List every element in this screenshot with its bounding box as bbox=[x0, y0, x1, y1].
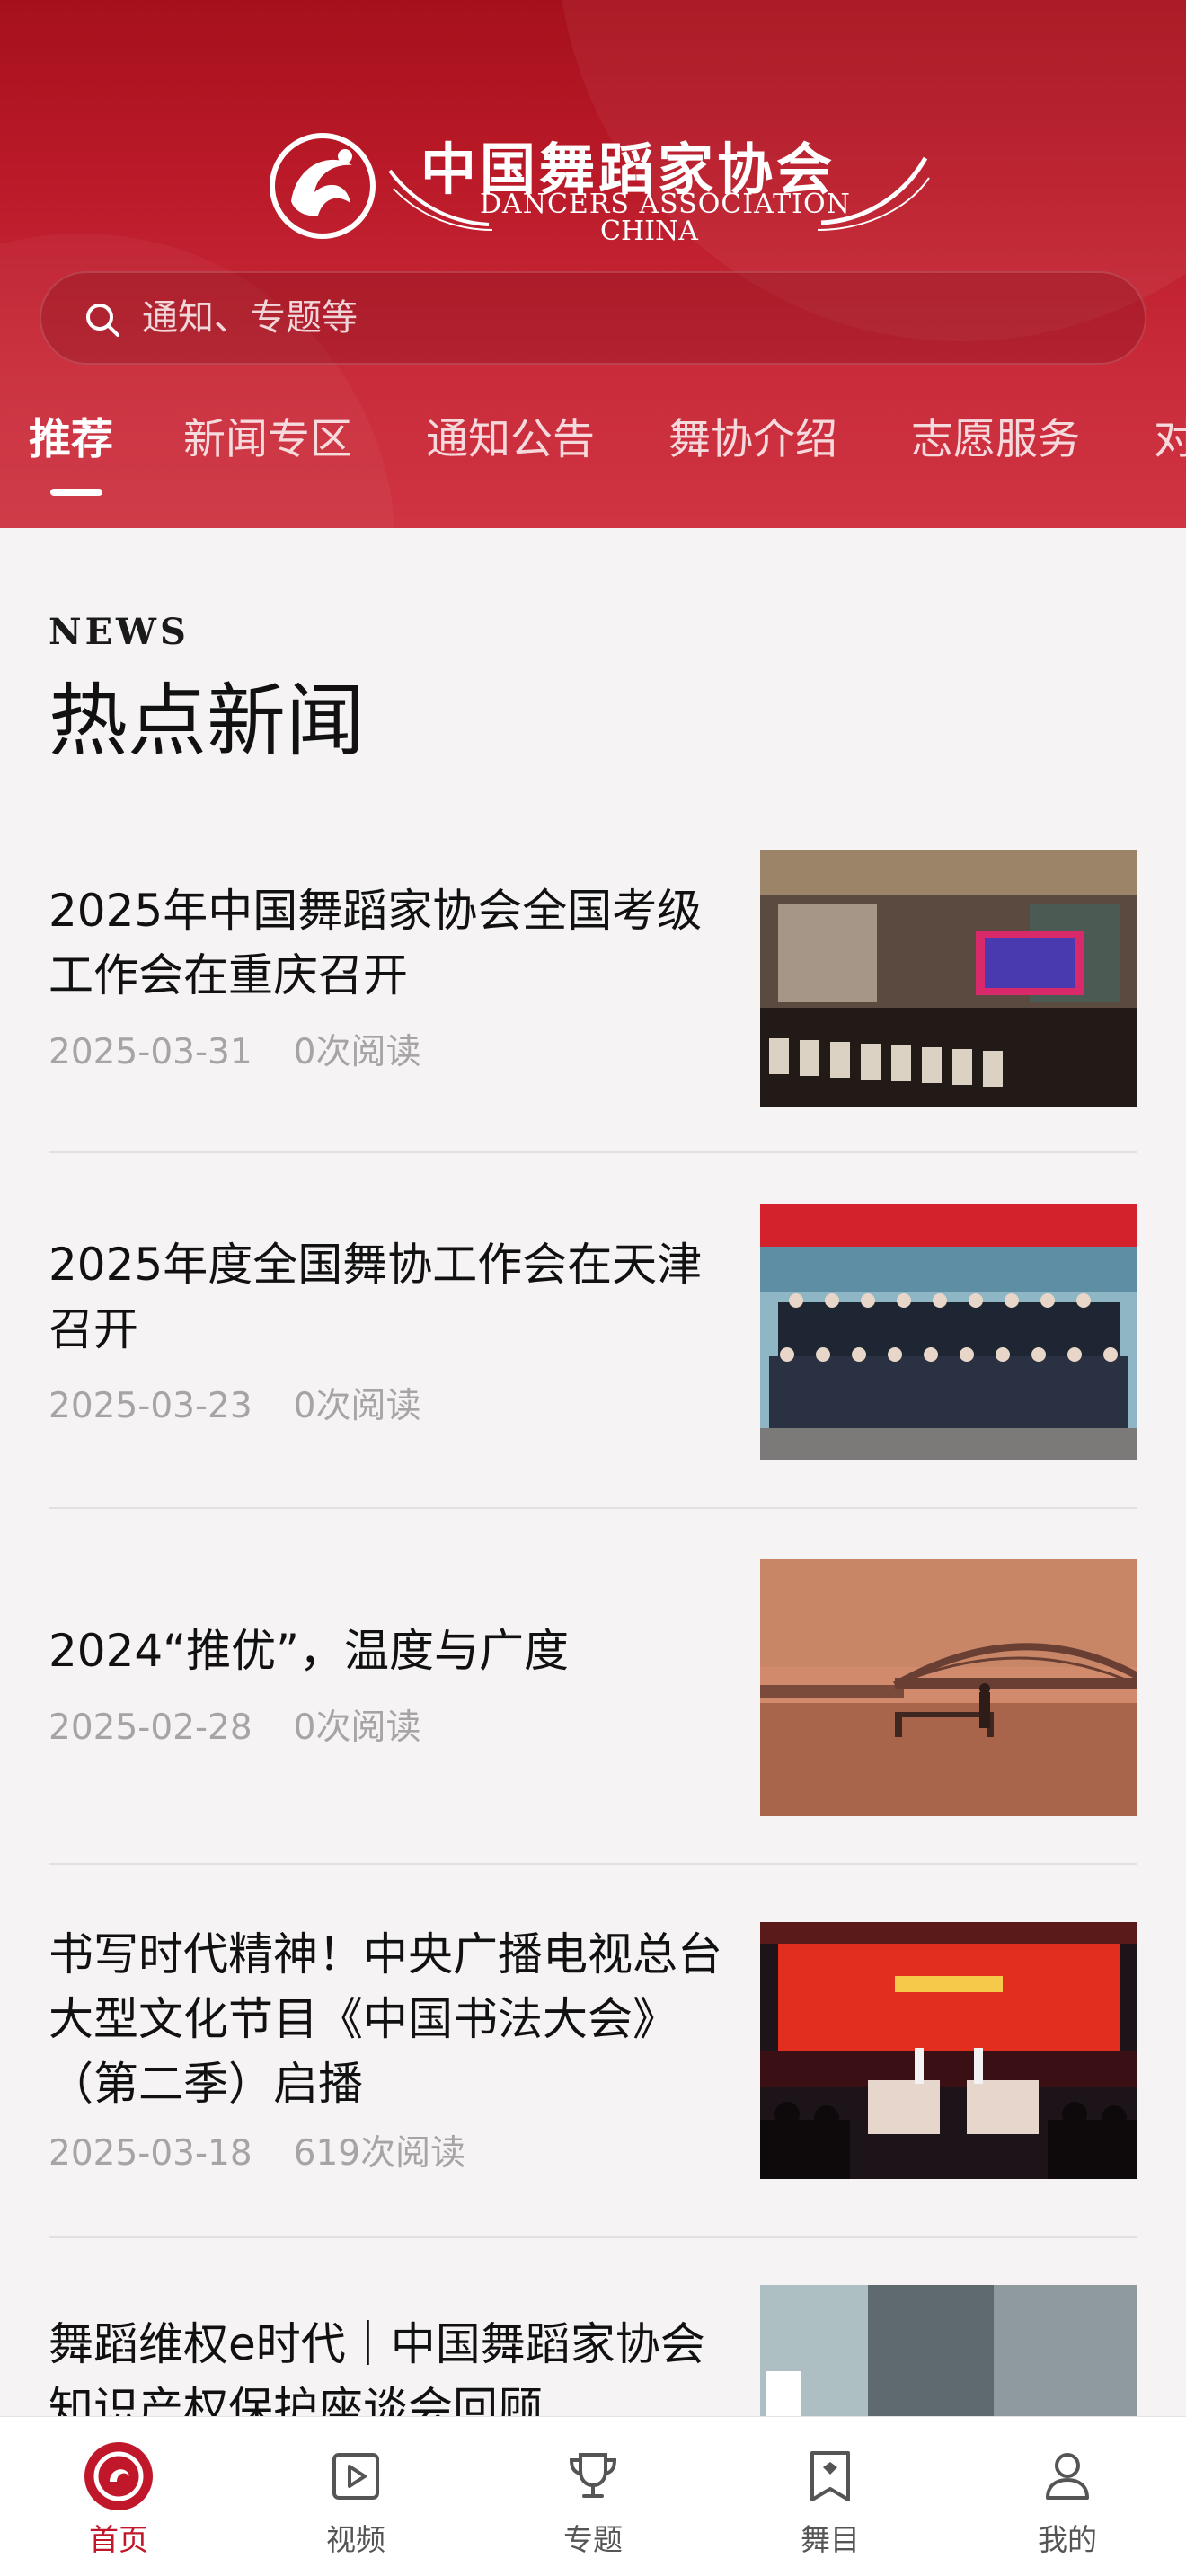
news-divider bbox=[49, 1151, 1137, 1153]
news-date: 2025-02-28 bbox=[49, 1707, 252, 1748]
news-date: 2025-03-18 bbox=[49, 2133, 252, 2174]
news-divider bbox=[49, 1507, 1137, 1509]
nav-program[interactable]: 舞目 bbox=[712, 2417, 949, 2576]
news-meta: 2025-03-23 0次阅读 bbox=[49, 1378, 420, 1428]
section-label: NEWS bbox=[49, 611, 190, 653]
search-bar[interactable] bbox=[40, 271, 1146, 365]
news-item[interactable]: 书写时代精神！中央广播电视总台大型文化节目《中国书法大会》（第二季）启播 202… bbox=[49, 1922, 1137, 2242]
tab-volunteer[interactable]: 志愿服务 bbox=[911, 404, 1080, 466]
news-views: 0次阅读 bbox=[293, 1707, 421, 1748]
trophy-icon bbox=[569, 2453, 617, 2498]
association-logo: 中国舞蹈家协会 DANCERS ASSOCIATION CHINA bbox=[266, 126, 931, 247]
nav-topics[interactable]: 专题 bbox=[474, 2417, 712, 2576]
news-divider bbox=[49, 2236, 1137, 2238]
news-meta: 2025-02-28 0次阅读 bbox=[49, 1699, 420, 1750]
tab-news[interactable]: 新闻专区 bbox=[183, 404, 352, 466]
nav-label: 我的 bbox=[1038, 2522, 1097, 2557]
news-item[interactable]: 2025年度全国舞协工作会在天津召开 2025-03-23 0次阅读 bbox=[49, 1204, 1137, 1509]
category-tabs: 推荐 新闻专区 通知公告 舞协介绍 志愿服务 对 bbox=[0, 395, 1186, 503]
bottom-navigation: 首页 视频 专题 舞目 我的 bbox=[0, 2416, 1186, 2576]
tab-notices[interactable]: 通知公告 bbox=[426, 404, 595, 466]
news-meta: 2025-03-18 619次阅读 bbox=[49, 2125, 465, 2175]
home-icon bbox=[84, 2442, 153, 2510]
news-views: 0次阅读 bbox=[293, 1032, 421, 1072]
news-meta: 2025-03-31 0次阅读 bbox=[49, 1024, 420, 1074]
news-thumbnail bbox=[760, 1922, 1137, 2179]
nav-home[interactable]: 首页 bbox=[0, 2417, 237, 2576]
dancer-emblem-icon bbox=[270, 133, 376, 239]
news-thumbnail bbox=[760, 1204, 1137, 1460]
video-icon bbox=[332, 2453, 379, 2500]
news-divider bbox=[49, 1863, 1137, 1865]
nav-label: 专题 bbox=[563, 2522, 623, 2557]
nav-mine[interactable]: 我的 bbox=[949, 2417, 1186, 2576]
tab-about[interactable]: 舞协介绍 bbox=[668, 404, 837, 466]
news-thumbnail bbox=[760, 850, 1137, 1107]
profile-icon bbox=[1046, 2453, 1089, 2500]
section-title: 热点新闻 bbox=[49, 675, 366, 767]
search-input[interactable] bbox=[142, 273, 1112, 363]
news-views: 0次阅读 bbox=[293, 1386, 421, 1426]
news-thumbnail bbox=[760, 1559, 1137, 1816]
news-item[interactable]: 2024“推优”，温度与广度 2025-02-28 0次阅读 bbox=[49, 1559, 1137, 1865]
news-views: 619次阅读 bbox=[293, 2133, 466, 2174]
news-title: 2025年中国舞蹈家协会全国考级工作会在重庆召开 bbox=[49, 885, 703, 1001]
tab-recommend[interactable]: 推荐 bbox=[29, 404, 113, 466]
logo-name-en-country: CHINA bbox=[600, 216, 698, 247]
active-tab-indicator bbox=[50, 489, 102, 496]
nav-label: 视频 bbox=[326, 2522, 385, 2557]
bookmark-icon bbox=[810, 2451, 850, 2501]
news-title: 2025年度全国舞协工作会在天津召开 bbox=[49, 1239, 703, 1355]
tab-more[interactable]: 对 bbox=[1154, 404, 1186, 466]
news-title: 书写时代精神！中央广播电视总台大型文化节目《中国书法大会》（第二季）启播 bbox=[49, 1928, 722, 2110]
search-icon bbox=[86, 304, 119, 337]
news-date: 2025-03-31 bbox=[49, 1032, 252, 1072]
nav-video[interactable]: 视频 bbox=[237, 2417, 474, 2576]
news-item[interactable]: 2025年中国舞蹈家协会全国考级工作会在重庆召开 2025-03-31 0次阅读 bbox=[49, 850, 1137, 1155]
nav-label: 首页 bbox=[89, 2522, 148, 2557]
app-header: 中国舞蹈家协会 DANCERS ASSOCIATION CHINA 推荐 新闻专… bbox=[0, 0, 1186, 528]
nav-label: 舞目 bbox=[801, 2522, 860, 2557]
news-date: 2025-03-23 bbox=[49, 1386, 252, 1426]
news-title: 2024“推优”，温度与广度 bbox=[49, 1625, 570, 1677]
